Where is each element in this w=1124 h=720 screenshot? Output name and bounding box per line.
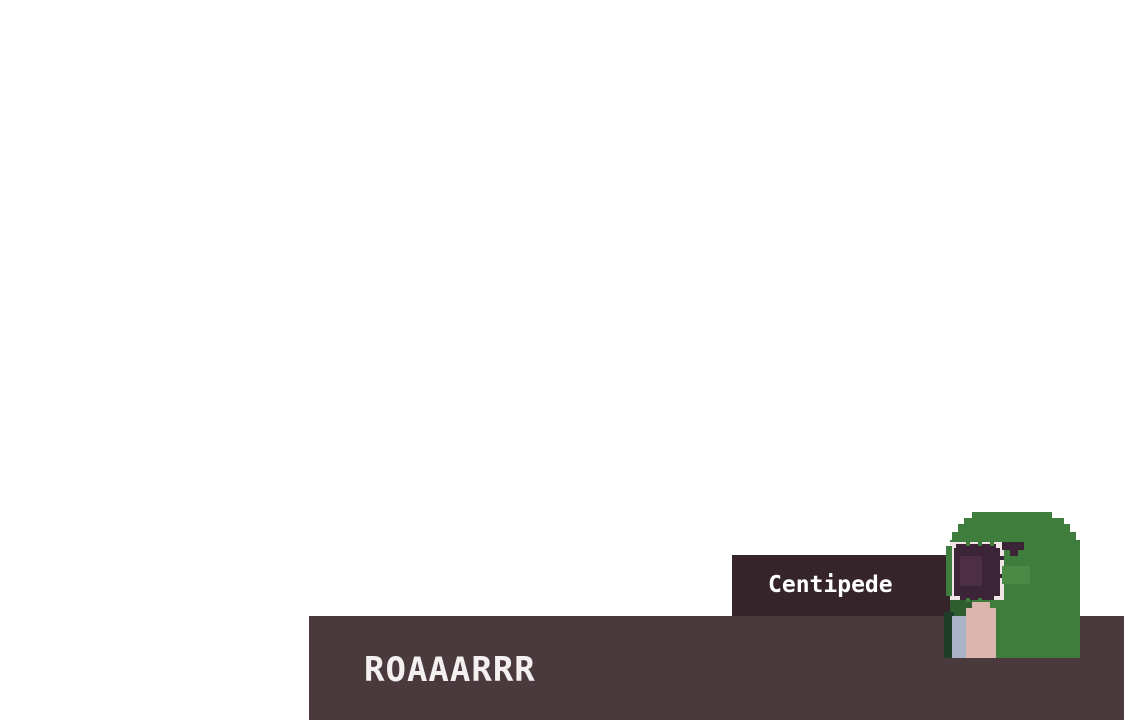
speaker-name: Centipede [768, 572, 893, 598]
speaker-portrait [936, 512, 1086, 658]
dialogue-text: ROAAARRR [364, 650, 536, 690]
green-creature-roaring-icon [944, 512, 1080, 658]
speaker-name-tag: Centipede [732, 555, 962, 616]
game-scene: ROAAARRR Centipede [0, 0, 1124, 720]
